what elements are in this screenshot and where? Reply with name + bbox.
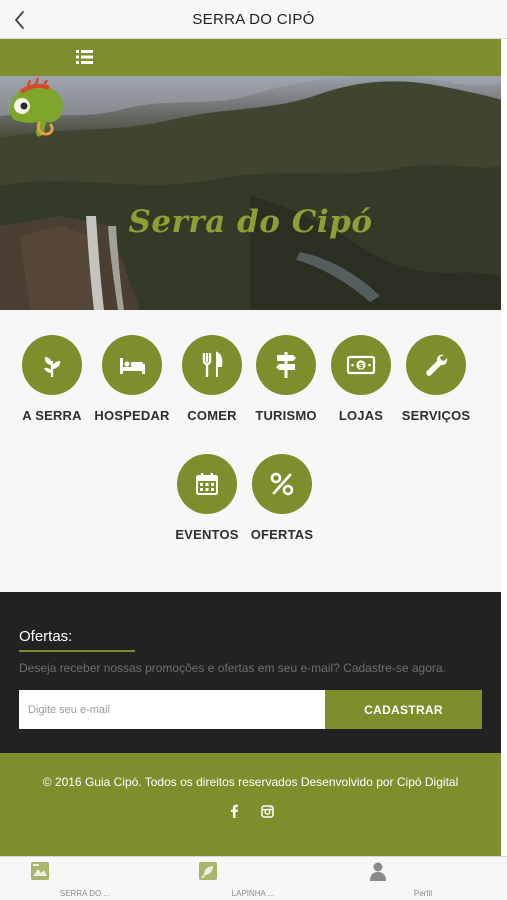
category-ofertas[interactable]: OFERTAS (237, 454, 327, 542)
percent-icon (270, 472, 294, 496)
chameleon-logo (9, 77, 64, 137)
signpost-icon (276, 352, 296, 378)
offers-description: Deseja receber nossas promoções e oferta… (19, 661, 446, 675)
menu-strip (0, 39, 501, 76)
category-servicos[interactable]: SERVIÇOS (391, 335, 481, 423)
person-icon (370, 862, 386, 881)
leaf-icon (44, 357, 61, 377)
tab-serra-do-cipo[interactable]: SERRA DO ... (30, 861, 140, 899)
category-label: HOSPEDAR (94, 408, 170, 423)
serra-tab-icon (31, 862, 49, 880)
facebook-icon (231, 804, 238, 818)
calendar-icon (196, 473, 218, 495)
category-a-serra[interactable]: A SERRA (7, 335, 97, 423)
brand-title: Serra do Cipó (128, 204, 373, 240)
hero-banner: Serra do Cipó (0, 76, 501, 310)
tab-perfil[interactable]: Perfil (368, 861, 478, 899)
footer: © 2016 Guia Cipó. Todos os direitos rese… (0, 753, 501, 856)
svg-text:$: $ (358, 361, 364, 370)
landscape-image (0, 76, 501, 310)
category-hospedar[interactable]: HOSPEDAR (87, 335, 177, 423)
lapinha-tab-icon (199, 862, 217, 880)
email-input[interactable] (19, 690, 325, 729)
title-underline (19, 650, 135, 652)
subscribe-button[interactable]: CADASTRAR (325, 690, 482, 729)
money-icon: $ (346, 355, 376, 375)
category-label: OFERTAS (250, 527, 314, 542)
offers-title: Ofertas: (19, 628, 73, 645)
wrench-icon (426, 354, 448, 376)
page-title: SERRA DO CIPÓ (192, 11, 315, 28)
list-icon (76, 50, 93, 64)
copyright-text: © 2016 Guia Cipó. Todos os direitos rese… (42, 775, 459, 789)
fork-knife-icon (202, 351, 223, 377)
tab-bar: SERRA DO ... LAPINHA ... Perfil (0, 856, 507, 900)
tab-label: LAPINHA ... (231, 889, 275, 898)
navigation-bar: SERRA DO CIPÓ (0, 0, 507, 39)
facebook-link[interactable] (226, 803, 242, 819)
instagram-icon (260, 804, 274, 818)
category-label: A SERRA (22, 408, 82, 423)
tab-lapinha[interactable]: LAPINHA ... (198, 861, 308, 899)
offers-section: Ofertas: Deseja receber nossas promoções… (0, 592, 501, 753)
instagram-link[interactable] (259, 803, 275, 819)
category-label: SERVIÇOS (401, 408, 471, 423)
menu-button[interactable] (75, 48, 95, 66)
bed-icon (120, 358, 145, 374)
tab-label: Perfil (413, 889, 433, 898)
category-grid: A SERRA HOSPEDAR COMER TURISMO $ LOJAS S… (0, 310, 501, 592)
tab-label: SERRA DO ... (59, 889, 111, 898)
